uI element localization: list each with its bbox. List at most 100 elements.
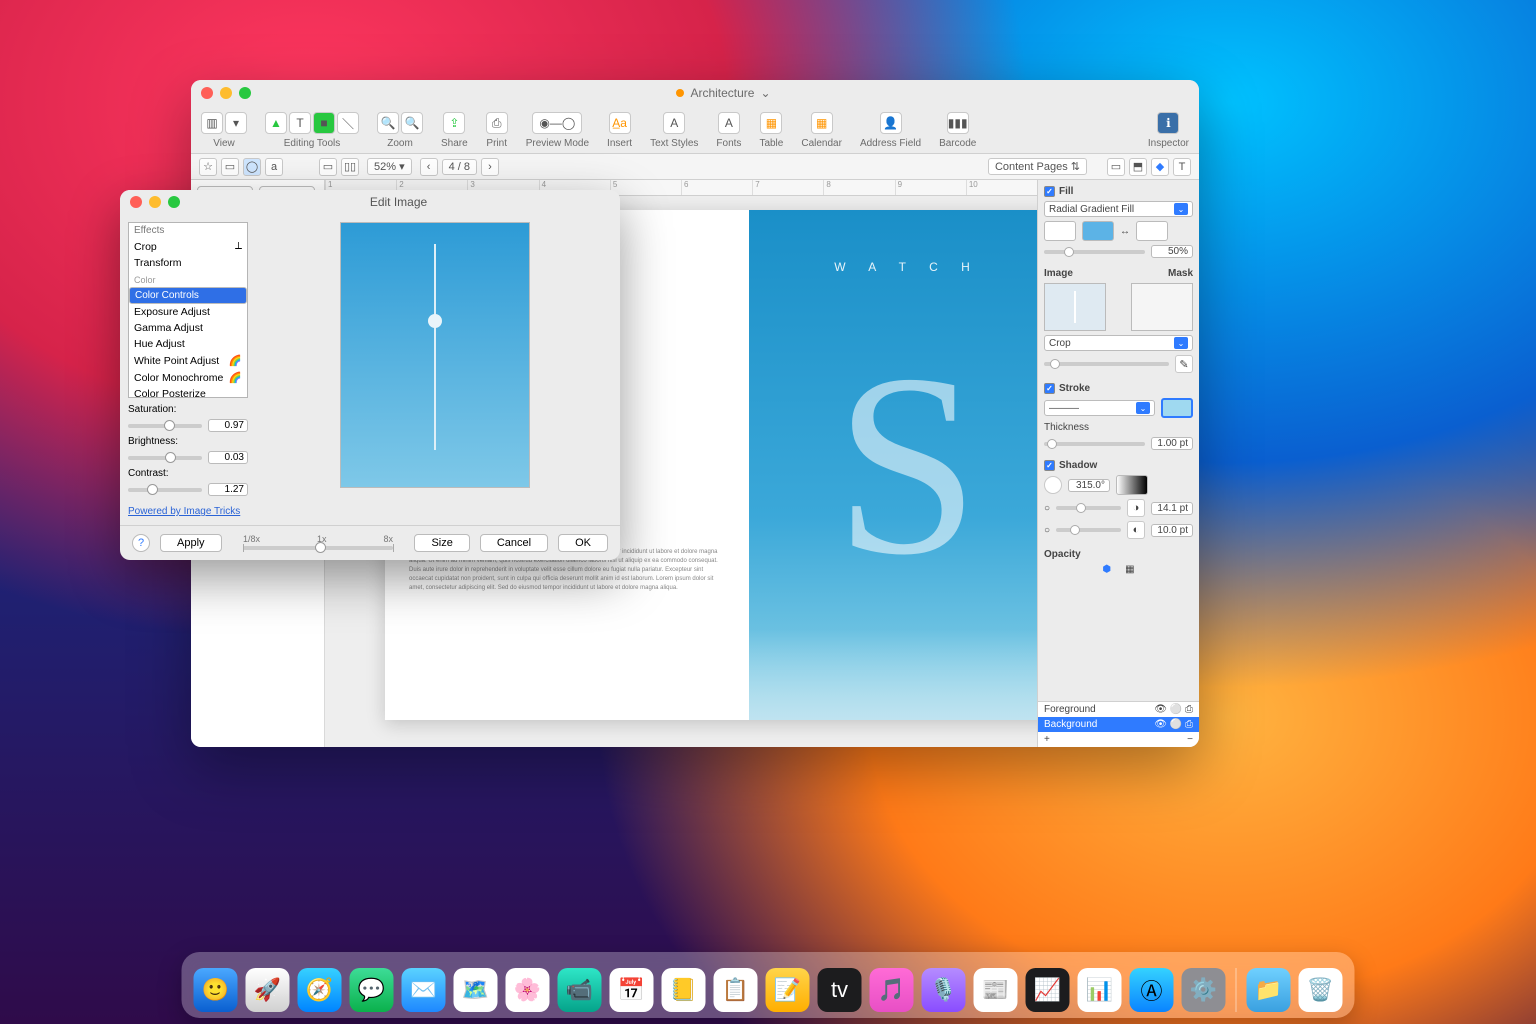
effect-color-monochrome[interactable]: Color Monochrome🌈 bbox=[129, 369, 247, 386]
dock-safari-icon[interactable]: 🧭 bbox=[298, 968, 342, 1012]
effect-crop[interactable]: Crop⟂ bbox=[129, 238, 247, 255]
saturation-slider[interactable] bbox=[128, 424, 202, 428]
shadow-offset-slider[interactable] bbox=[1056, 506, 1121, 510]
layout-single-icon[interactable]: ▭ bbox=[319, 158, 337, 176]
content-pages-dropdown[interactable]: Content Pages ⇅ bbox=[988, 158, 1087, 175]
dock-calendar-icon[interactable]: 📅 bbox=[610, 968, 654, 1012]
image-thumbnail[interactable] bbox=[1044, 283, 1106, 331]
nav-shapes-icon[interactable]: ◯ bbox=[243, 158, 261, 176]
swap-colors-icon[interactable]: ↔ bbox=[1120, 226, 1130, 237]
fonts-button[interactable]: A bbox=[718, 112, 740, 134]
print-button[interactable]: ⎙ bbox=[486, 112, 508, 134]
dialog-minimize-icon[interactable] bbox=[149, 196, 161, 208]
dialog-zoom-icon[interactable] bbox=[168, 196, 180, 208]
dock-music-icon[interactable]: 🎵 bbox=[870, 968, 914, 1012]
page-next-button[interactable]: › bbox=[481, 158, 499, 176]
brightness-value[interactable]: 0.03 bbox=[208, 451, 248, 464]
dock-settings-icon[interactable]: ⚙️ bbox=[1182, 968, 1226, 1012]
thickness-slider[interactable] bbox=[1044, 442, 1145, 446]
mask-thumbnail[interactable] bbox=[1131, 283, 1193, 331]
insp-tab-appearance-icon[interactable]: ◆ bbox=[1151, 158, 1169, 176]
close-icon[interactable] bbox=[201, 87, 213, 99]
shadow-checkbox[interactable]: ✓ bbox=[1044, 460, 1055, 471]
inspector-button[interactable]: ℹ bbox=[1157, 112, 1179, 134]
text-styles-button[interactable]: A bbox=[663, 112, 685, 134]
page-right[interactable]: W A T C H S bbox=[749, 210, 1037, 720]
fill-type-dropdown[interactable]: Radial Gradient Fill⌄ bbox=[1044, 201, 1193, 217]
zoom-out-button[interactable]: 🔍 bbox=[401, 112, 423, 134]
insert-button[interactable]: A̲a bbox=[609, 112, 631, 134]
stroke-checkbox[interactable]: ✓ bbox=[1044, 383, 1055, 394]
nav-text-icon[interactable]: a bbox=[265, 158, 283, 176]
dock-notes-icon[interactable]: 📝 bbox=[766, 968, 810, 1012]
cancel-button[interactable]: Cancel bbox=[480, 534, 548, 552]
dock-mail-icon[interactable]: ✉️ bbox=[402, 968, 446, 1012]
size-slider[interactable] bbox=[243, 546, 393, 550]
shadow-angle-value[interactable]: 315.0° bbox=[1068, 479, 1110, 492]
zoom-window-icon[interactable] bbox=[239, 87, 251, 99]
dock-contacts-icon[interactable]: 📒 bbox=[662, 968, 706, 1012]
view-sidebar-button[interactable]: ▥ bbox=[201, 112, 223, 134]
size-button[interactable]: Size bbox=[414, 534, 469, 552]
shadow-angle-dial[interactable] bbox=[1044, 476, 1062, 494]
preview-mode-button[interactable]: ◉—◯ bbox=[532, 112, 582, 134]
text-tool-button[interactable]: T bbox=[289, 112, 311, 134]
image-scale-slider[interactable] bbox=[1044, 362, 1169, 366]
contrast-slider[interactable] bbox=[128, 488, 202, 492]
minimize-icon[interactable] bbox=[220, 87, 232, 99]
dock-reminders-icon[interactable]: 📋 bbox=[714, 968, 758, 1012]
layer-background[interactable]: Background👁 ⚪ ⎙ bbox=[1038, 717, 1199, 732]
calendar-button[interactable]: ▦ bbox=[811, 112, 833, 134]
page-prev-button[interactable]: ‹ bbox=[420, 158, 438, 176]
barcode-button[interactable]: ▮▮▮ bbox=[947, 112, 969, 134]
fill-color1-swatch[interactable] bbox=[1082, 221, 1114, 241]
fill-opacity-value[interactable]: 50% bbox=[1151, 245, 1193, 258]
dock-stocks-icon[interactable]: 📈 bbox=[1026, 968, 1070, 1012]
dock-tv-icon[interactable]: tv bbox=[818, 968, 862, 1012]
contrast-value[interactable]: 1.27 bbox=[208, 483, 248, 496]
dock-facetime-icon[interactable]: 📹 bbox=[558, 968, 602, 1012]
dock-trash-icon[interactable]: 🗑️ bbox=[1299, 968, 1343, 1012]
opacity-mode-single-icon[interactable]: ⬢ bbox=[1102, 564, 1111, 575]
fill-color2-swatch[interactable] bbox=[1136, 221, 1168, 241]
effect-hue-adjust[interactable]: Hue Adjust bbox=[129, 336, 247, 352]
thickness-value[interactable]: 1.00 pt bbox=[1151, 437, 1193, 450]
layer-add-button[interactable]: +− bbox=[1038, 732, 1199, 747]
fill-center-swatch[interactable] bbox=[1044, 221, 1076, 241]
share-button[interactable]: ⇪ bbox=[443, 112, 465, 134]
dock-keynote-icon[interactable]: 📊 bbox=[1078, 968, 1122, 1012]
effect-gamma-adjust[interactable]: Gamma Adjust bbox=[129, 320, 247, 336]
shadow-offset-value[interactable]: 14.1 pt bbox=[1151, 502, 1193, 515]
nav-home-icon[interactable]: ☆ bbox=[199, 158, 217, 176]
effect-color-posterize[interactable]: Color Posterize bbox=[129, 386, 247, 398]
apply-button[interactable]: Apply bbox=[160, 534, 222, 552]
shadow-color-swatch[interactable] bbox=[1116, 475, 1148, 495]
shadow-blur-value[interactable]: 10.0 pt bbox=[1151, 524, 1193, 537]
dock-launchpad-icon[interactable]: 🚀 bbox=[246, 968, 290, 1012]
view-dropdown-button[interactable]: ▾ bbox=[225, 112, 247, 134]
powered-by-link[interactable]: Powered by Image Tricks bbox=[128, 500, 248, 517]
select-tool-button[interactable]: ▲ bbox=[265, 112, 287, 134]
insp-tab-doc-icon[interactable]: ▭ bbox=[1107, 158, 1125, 176]
shape-tool-button[interactable]: ■ bbox=[313, 112, 335, 134]
chevron-down-icon[interactable]: ⌄ bbox=[760, 86, 770, 100]
stroke-color-swatch[interactable] bbox=[1161, 398, 1193, 418]
fill-checkbox[interactable]: ✓ bbox=[1044, 186, 1055, 197]
fill-opacity-slider[interactable] bbox=[1044, 250, 1145, 254]
dialog-close-icon[interactable] bbox=[130, 196, 142, 208]
dock-maps-icon[interactable]: 🗺️ bbox=[454, 968, 498, 1012]
dock-finder-icon[interactable]: 🙂 bbox=[194, 968, 238, 1012]
nav-pages-icon[interactable]: ▭ bbox=[221, 158, 239, 176]
dock-messages-icon[interactable]: 💬 bbox=[350, 968, 394, 1012]
layer-foreground[interactable]: Foreground👁 ⚪ ⎙ bbox=[1038, 702, 1199, 717]
line-tool-button[interactable]: ＼ bbox=[337, 112, 359, 134]
zoom-value-dropdown[interactable]: 52% ▾ bbox=[367, 158, 412, 175]
zoom-in-button[interactable]: 🔍 bbox=[377, 112, 399, 134]
dock-appstore-icon[interactable]: Ⓐ bbox=[1130, 968, 1174, 1012]
insp-tab-text-icon[interactable]: T bbox=[1173, 158, 1191, 176]
effect-transform[interactable]: Transform bbox=[129, 255, 247, 271]
effect-color-controls[interactable]: Color Controls bbox=[129, 287, 247, 304]
dock-news-icon[interactable]: 📰 bbox=[974, 968, 1018, 1012]
shadow-blur-slider[interactable] bbox=[1056, 528, 1121, 532]
dock-downloads-icon[interactable]: 📁 bbox=[1247, 968, 1291, 1012]
